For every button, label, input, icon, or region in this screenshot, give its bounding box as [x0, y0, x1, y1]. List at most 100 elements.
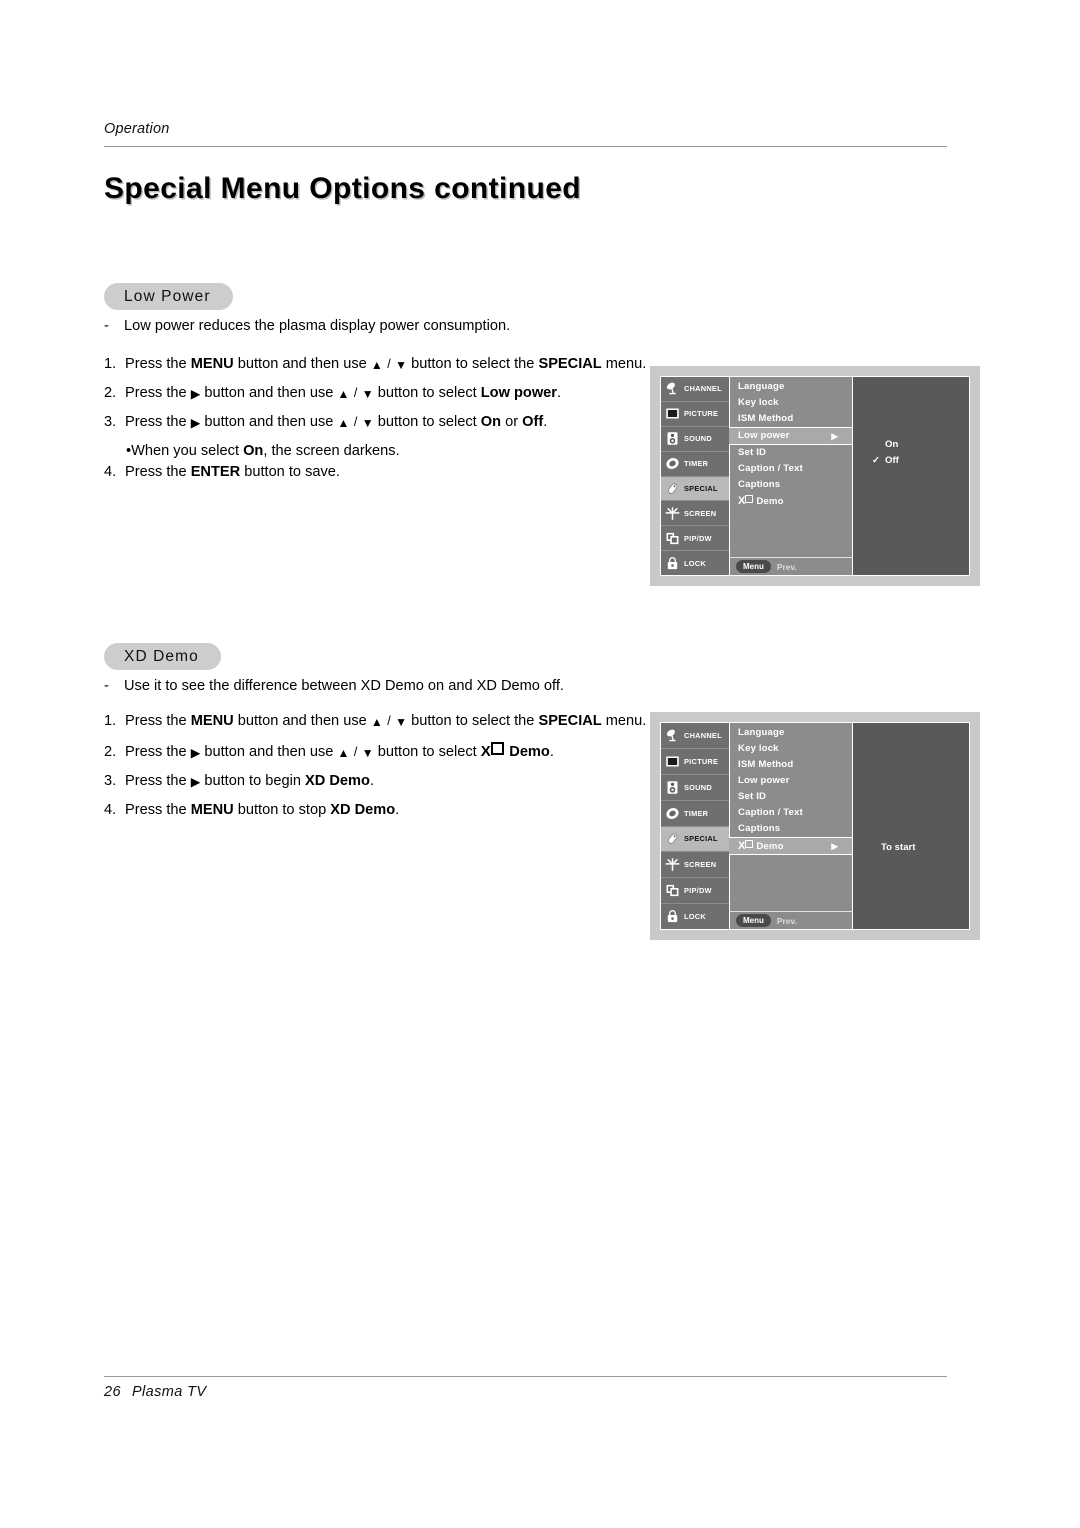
xd-demo-intro: - Use it to see the difference between XD…	[104, 678, 564, 694]
sidebar-item-pip-dw[interactable]: PIP/DW	[661, 526, 729, 552]
sidebar-item-screen[interactable]: SCREEN	[661, 852, 729, 879]
osd-option-panel: On ✓ Off	[852, 377, 969, 575]
osd-sidebar: CHANNEL PICTURE SOUND TIMER SPECIAL SCRE…	[661, 377, 729, 575]
xd-logo-icon: X	[738, 838, 754, 855]
sidebar-item-lock[interactable]: LOCK	[661, 904, 729, 929]
footer-label: Plasma TV	[131, 1384, 207, 1400]
sidebar-label: TIMER	[684, 808, 709, 818]
padlock-icon	[665, 556, 680, 571]
option-name-on: On	[480, 414, 502, 430]
status-to-start: To start	[881, 842, 916, 853]
slash-separator: /	[350, 386, 361, 400]
option-off[interactable]: ✓ Off	[872, 455, 899, 466]
menu-row-key-lock[interactable]: Key lock	[730, 741, 852, 757]
menu-chip-button[interactable]: Menu	[736, 560, 771, 573]
step-text: button to select	[373, 385, 481, 401]
option-name-off: Off	[522, 414, 544, 430]
step-number: 2.	[104, 744, 117, 760]
menu-row-low-power[interactable]: Low power	[730, 773, 852, 789]
sidebar-item-picture[interactable]: PICTURE	[661, 749, 729, 775]
option-name-on: On	[243, 443, 264, 459]
step-text: menu.	[601, 356, 647, 372]
button-name-menu: MENU	[190, 356, 234, 372]
sidebar-item-special[interactable]: SPECIAL	[661, 826, 729, 853]
sidebar-label: SOUND	[684, 782, 712, 792]
low-power-intro: - Low power reduces the plasma display po…	[104, 318, 510, 334]
menu-row-xd-demo[interactable]: X Demo ▶	[728, 837, 852, 855]
step-1: 1. Press the MENU button and then use ▲ /…	[104, 713, 646, 731]
step-number: 1.	[104, 713, 117, 729]
sidebar-label: SPECIAL	[684, 834, 718, 844]
pip-windows-icon	[665, 883, 680, 898]
padlock-icon	[665, 909, 680, 924]
down-arrow-icon: ▼	[395, 358, 408, 372]
up-arrow-icon: ▲	[337, 387, 350, 401]
menu-row-low-power[interactable]: Low power ▶	[728, 427, 852, 445]
sidebar-item-timer[interactable]: TIMER	[661, 452, 729, 477]
right-arrow-icon: ▶	[190, 775, 201, 789]
menu-chip-button[interactable]: Menu	[736, 914, 771, 927]
dash-marker: -	[104, 678, 109, 694]
sidebar-item-sound[interactable]: SOUND	[661, 775, 729, 801]
step-2: 2. Press the ▶ button and then use ▲ / ▼ …	[104, 385, 646, 403]
osd-rows: Language Key lock ISM Method Low power S…	[728, 723, 852, 855]
step-2: 2. Press the ▶ button and then use ▲ / ▼ …	[104, 742, 646, 762]
step-number: 3.	[104, 414, 117, 430]
sidebar-item-channel[interactable]: CHANNEL	[661, 377, 729, 402]
step-text: Press the	[125, 713, 191, 729]
menu-name-special: SPECIAL	[538, 713, 602, 729]
step-text: .	[369, 773, 374, 789]
speaker-icon	[665, 780, 680, 795]
right-arrow-icon: ▶	[190, 746, 201, 760]
menu-row-language[interactable]: Language	[730, 725, 852, 741]
sidebar-item-special[interactable]: SPECIAL	[661, 476, 729, 502]
sidebar-label: LOCK	[684, 912, 706, 922]
slash-separator: /	[350, 745, 361, 759]
menu-row-ism-method[interactable]: ISM Method	[730, 411, 852, 427]
sidebar-item-pip-dw[interactable]: PIP/DW	[661, 878, 729, 905]
sidebar-label: PICTURE	[684, 409, 719, 419]
tag-icon	[665, 831, 680, 846]
xd-logo-icon: X	[481, 742, 505, 761]
up-arrow-icon: ▲	[337, 746, 350, 760]
menu-row-caption-text[interactable]: Caption / Text	[730, 805, 852, 821]
step-text: or	[501, 414, 523, 430]
menu-row-xd-demo[interactable]: X Demo	[730, 493, 852, 509]
menu-row-captions[interactable]: Captions	[730, 821, 852, 837]
page-title: Special Menu Options continued	[104, 172, 582, 205]
menu-row-ism-method[interactable]: ISM Method	[730, 757, 852, 773]
prev-label: Prev.	[776, 561, 797, 572]
right-arrow-icon: ▶	[190, 387, 201, 401]
option-name-demo: Demo	[509, 744, 550, 760]
sidebar-item-channel[interactable]: CHANNEL	[661, 723, 729, 749]
menu-row-language[interactable]: Language	[730, 379, 852, 395]
footer-divider	[104, 1376, 947, 1377]
osd-inner-frame: CHANNEL PICTURE SOUND TIMER SPECIAL SCRE…	[660, 722, 970, 930]
step-text: button to save.	[240, 464, 340, 480]
step-text: Press the	[125, 802, 191, 818]
osd-footer: Menu Prev.	[730, 911, 852, 929]
option-on[interactable]: On	[885, 439, 898, 450]
sidebar-label: PIP/DW	[684, 886, 712, 896]
right-arrow-icon: ▶	[831, 841, 838, 851]
menu-row-key-lock[interactable]: Key lock	[730, 395, 852, 411]
tag-icon	[665, 481, 680, 496]
substep-text: When you select	[131, 443, 244, 459]
sidebar-item-sound[interactable]: SOUND	[661, 427, 729, 452]
sidebar-item-timer[interactable]: TIMER	[661, 801, 729, 827]
menu-row-caption-text[interactable]: Caption / Text	[730, 461, 852, 477]
sidebar-item-screen[interactable]: SCREEN	[661, 501, 729, 527]
sidebar-label: PICTURE	[684, 756, 719, 766]
sidebar-item-lock[interactable]: LOCK	[661, 551, 729, 575]
step-text: button to begin	[200, 773, 305, 789]
tv-screen-icon	[665, 754, 680, 769]
step-text: button and then use	[233, 356, 371, 372]
menu-row-set-id[interactable]: Set ID	[730, 445, 852, 461]
section-heading-xd-demo: XD Demo	[104, 643, 221, 670]
step-text: Press the	[125, 414, 191, 430]
sidebar-item-picture[interactable]: PICTURE	[661, 402, 729, 427]
osd-inner-frame: CHANNEL PICTURE SOUND TIMER SPECIAL SCRE…	[660, 376, 970, 576]
menu-row-captions[interactable]: Captions	[730, 477, 852, 493]
menu-row-set-id[interactable]: Set ID	[730, 789, 852, 805]
down-arrow-icon: ▼	[361, 416, 374, 430]
